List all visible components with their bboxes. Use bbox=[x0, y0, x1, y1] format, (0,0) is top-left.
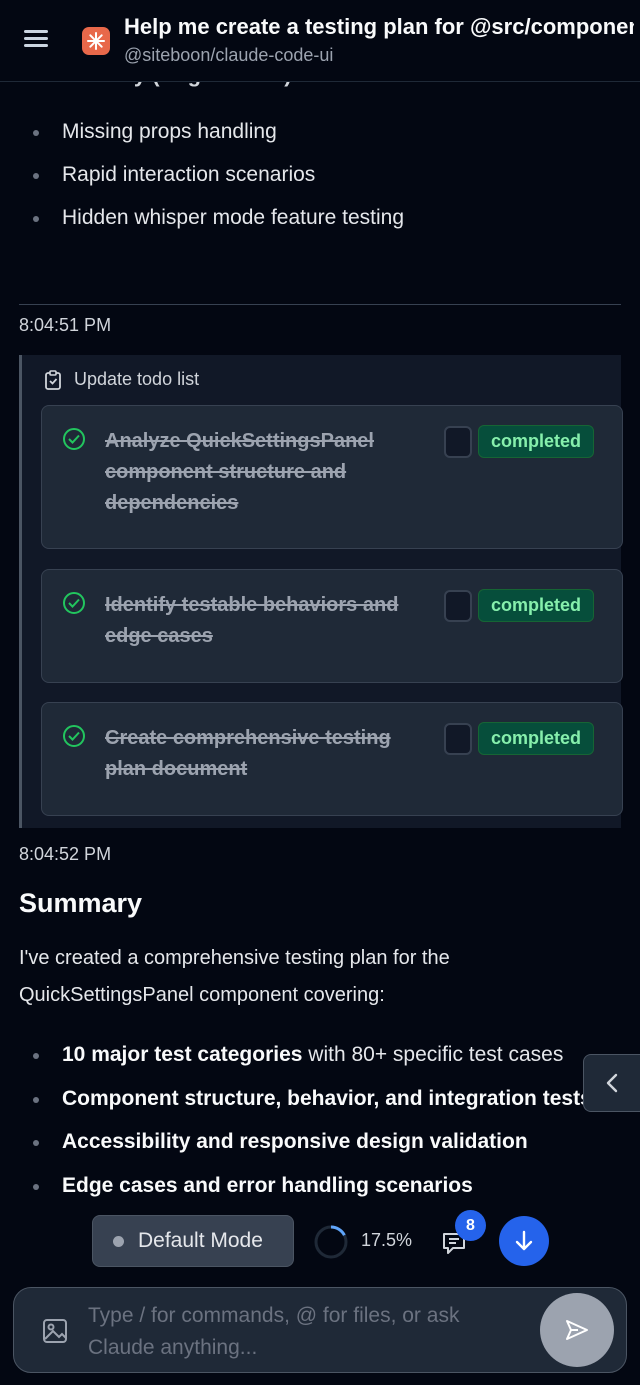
mode-indicator-dot bbox=[113, 1235, 124, 1247]
image-upload-icon[interactable] bbox=[42, 1318, 68, 1344]
list-item: Edge cases and error handling scenarios bbox=[0, 1171, 640, 1215]
status-badge: completed bbox=[478, 722, 595, 755]
arrow-down-icon bbox=[515, 1230, 533, 1251]
session-title: Help me create a testing plan for @src/c… bbox=[124, 14, 634, 39]
chat-input-container bbox=[13, 1287, 627, 1373]
todo-checkbox[interactable] bbox=[444, 426, 472, 458]
summary-paragraph: I've created a comprehensive testing pla… bbox=[19, 947, 450, 1006]
claude-logo-icon bbox=[82, 27, 110, 55]
todo-tool-panel: Update todo list Analyze QuickSettingsPa… bbox=[19, 355, 623, 828]
status-badge: completed bbox=[478, 425, 595, 458]
mode-label: Default Mode bbox=[138, 1229, 263, 1252]
todo-checkbox[interactable] bbox=[444, 590, 472, 622]
todo-item: Analyze QuickSettingsPanel component str… bbox=[41, 405, 623, 549]
context-usage-text: 17.5% bbox=[361, 1230, 413, 1250]
message-timestamp: 8:04:52 PM bbox=[19, 844, 112, 864]
chevron-left-icon bbox=[606, 1073, 618, 1093]
app-header: Help me create a testing plan for @src/c… bbox=[0, 0, 640, 82]
clipboard-check-icon bbox=[45, 369, 61, 390]
mode-button[interactable]: Default Mode bbox=[92, 1215, 294, 1267]
list-item: Missing props handling bbox=[0, 117, 640, 160]
todo-item-text: Identify testable behaviors and edge cas… bbox=[105, 594, 399, 647]
divider bbox=[19, 304, 621, 305]
status-badge: completed bbox=[478, 589, 595, 622]
message-count-badge: 8 bbox=[455, 1210, 486, 1241]
context-usage-ring bbox=[314, 1225, 348, 1259]
todo-item-text: Analyze QuickSettingsPanel component str… bbox=[105, 430, 374, 514]
sidebar-toggle-button[interactable] bbox=[583, 1054, 640, 1112]
message-timestamp: 8:04:51 PM bbox=[19, 315, 112, 335]
send-icon bbox=[566, 1320, 588, 1340]
check-circle-icon bbox=[63, 725, 85, 747]
list-item: Rapid interaction scenarios bbox=[0, 160, 640, 203]
check-circle-icon bbox=[63, 428, 85, 450]
send-button[interactable] bbox=[540, 1293, 614, 1367]
list-item: Accessibility and responsive design vali… bbox=[0, 1127, 640, 1171]
check-circle-icon bbox=[63, 592, 85, 614]
summary-list: 10 major test categories with 80+ specif… bbox=[0, 1040, 640, 1214]
list-item: 10 major test categories with 80+ specif… bbox=[0, 1040, 640, 1084]
todo-header: Update todo list bbox=[44, 369, 199, 390]
list-item: Component structure, behavior, and integ… bbox=[0, 1084, 640, 1128]
summary-heading: Summary bbox=[19, 888, 143, 918]
hamburger-icon bbox=[24, 30, 48, 33]
menu-button[interactable] bbox=[24, 26, 56, 54]
todo-item: Create comprehensive testing plan docume… bbox=[41, 702, 623, 816]
project-name: @siteboon/claude-code-ui bbox=[124, 45, 334, 65]
todo-checkbox[interactable] bbox=[444, 723, 472, 755]
list-item: Hidden whisper mode feature testing bbox=[0, 203, 640, 246]
scroll-to-bottom-button[interactable] bbox=[499, 1216, 549, 1266]
chat-input[interactable] bbox=[88, 1300, 528, 1364]
todo-item: Identify testable behaviors and edge cas… bbox=[41, 569, 623, 683]
todo-header-label: Update todo list bbox=[74, 369, 200, 389]
todo-item-text: Create comprehensive testing plan docume… bbox=[105, 727, 391, 780]
priority-list: Missing props handling Rapid interaction… bbox=[0, 117, 640, 246]
